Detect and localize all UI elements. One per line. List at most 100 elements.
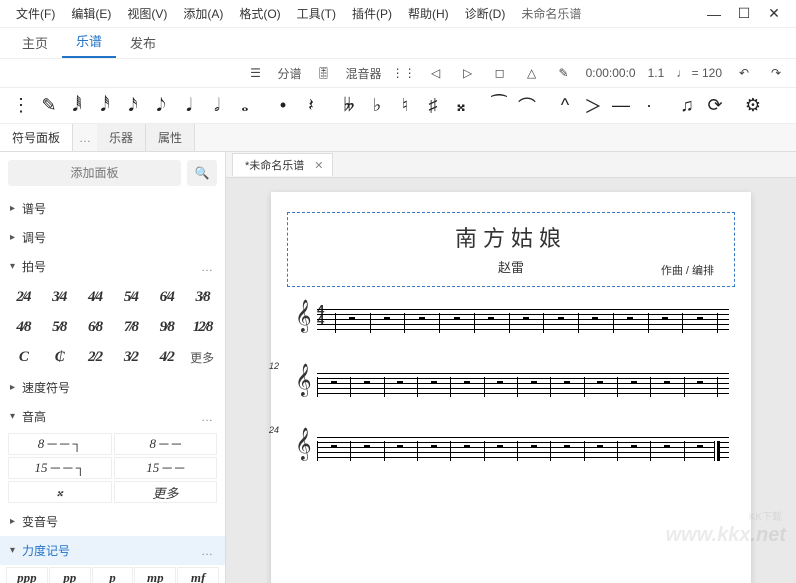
panel-tab-instruments[interactable]: 乐器 bbox=[97, 124, 146, 151]
barline[interactable] bbox=[578, 313, 579, 333]
menu-tools[interactable]: 工具(T) bbox=[289, 1, 344, 26]
whole-rest[interactable] bbox=[497, 381, 503, 384]
barline[interactable] bbox=[648, 313, 649, 333]
barline[interactable] bbox=[509, 313, 510, 333]
barline[interactable] bbox=[584, 377, 585, 397]
staff-system[interactable]: 12𝄞 bbox=[287, 369, 735, 397]
section-pitch[interactable]: ▾音高… bbox=[0, 402, 225, 431]
whole-rest[interactable] bbox=[364, 445, 370, 448]
note-32nd[interactable]: 𝅘𝅥𝅰 bbox=[92, 92, 118, 120]
countin-icon[interactable]: ✎ bbox=[554, 63, 574, 83]
whole-rest[interactable] bbox=[531, 381, 537, 384]
whole-rest[interactable] bbox=[454, 317, 460, 320]
ts-more[interactable]: 更多 bbox=[185, 343, 219, 371]
whole-rest[interactable] bbox=[331, 445, 337, 448]
rest-icon[interactable]: 𝄽 bbox=[298, 92, 324, 120]
whole-rest[interactable] bbox=[497, 445, 503, 448]
note-8th[interactable]: 𝅘𝅥𝅮 bbox=[148, 92, 174, 120]
panel-tab-palettes[interactable]: 符号面板 bbox=[0, 124, 73, 151]
barline[interactable] bbox=[484, 377, 485, 397]
dyn-mf[interactable]: mf bbox=[177, 567, 219, 583]
barline[interactable] bbox=[317, 441, 318, 461]
barline[interactable] bbox=[550, 377, 551, 397]
dropdown-icon[interactable]: ⋮ bbox=[8, 92, 34, 120]
barline[interactable] bbox=[417, 377, 418, 397]
ts-3-8[interactable]: 3/8 bbox=[185, 283, 219, 311]
note-64th[interactable]: 𝅘𝅥𝅱 bbox=[64, 92, 90, 120]
parts-icon[interactable]: ☰ bbox=[246, 63, 266, 83]
menu-format[interactable]: 格式(O) bbox=[231, 1, 288, 26]
tenuto-icon[interactable]: — bbox=[608, 92, 634, 120]
whole-rest[interactable] bbox=[349, 317, 355, 320]
whole-rest[interactable] bbox=[523, 317, 529, 320]
mixer-label[interactable]: 混音器 bbox=[346, 65, 382, 82]
treble-clef-icon[interactable]: 𝄞 bbox=[295, 429, 312, 461]
whole-rest[interactable] bbox=[431, 381, 437, 384]
mixer-icon[interactable]: 🎚 bbox=[314, 63, 334, 83]
barline[interactable] bbox=[682, 313, 683, 333]
whole-rest[interactable] bbox=[631, 445, 637, 448]
note-quarter[interactable]: 𝅘𝅥 bbox=[176, 92, 202, 120]
barline[interactable] bbox=[384, 377, 385, 397]
whole-rest[interactable] bbox=[597, 381, 603, 384]
ts-12-8[interactable]: 12/8 bbox=[185, 313, 219, 341]
slur-icon[interactable]: ⌒ bbox=[514, 92, 540, 120]
pitch-more[interactable]: 更多 bbox=[114, 481, 218, 503]
barline[interactable] bbox=[617, 377, 618, 397]
barline[interactable] bbox=[617, 441, 618, 461]
barline[interactable] bbox=[543, 313, 544, 333]
tab-home[interactable]: 主页 bbox=[8, 27, 62, 58]
search-icon[interactable]: 🔍 bbox=[187, 160, 217, 186]
treble-clef-icon[interactable]: 𝄞 bbox=[295, 365, 312, 397]
pitch-15mb[interactable]: 15 ─ ─ bbox=[114, 457, 218, 479]
document-tab-close-icon[interactable]: ✕ bbox=[314, 159, 323, 172]
minimize-button[interactable]: — bbox=[700, 3, 728, 25]
barline[interactable] bbox=[717, 377, 718, 397]
ts-5-8[interactable]: 5/8 bbox=[42, 313, 76, 341]
whole-rest[interactable] bbox=[564, 381, 570, 384]
double-flat-icon[interactable]: 𝄫 bbox=[336, 92, 362, 120]
whole-rest[interactable] bbox=[384, 317, 390, 320]
section-dynamics[interactable]: ▾力度记号… bbox=[0, 536, 225, 565]
staccato-icon[interactable]: · bbox=[636, 92, 662, 120]
title-frame[interactable]: 南方姑娘 赵雷 作曲 / 编排 bbox=[287, 212, 735, 287]
whole-rest[interactable] bbox=[331, 381, 337, 384]
natural-icon[interactable]: ♮ bbox=[392, 92, 418, 120]
ts-2-4[interactable]: 2/4 bbox=[6, 283, 40, 311]
ts-3-2[interactable]: 3/2 bbox=[113, 343, 147, 371]
settings-icon[interactable]: ⚙ bbox=[740, 92, 766, 120]
treble-clef-icon[interactable]: 𝄞 bbox=[295, 301, 312, 333]
parts-label[interactable]: 分谱 bbox=[278, 65, 302, 82]
note-16th[interactable]: 𝅘𝅥𝅯 bbox=[120, 92, 146, 120]
section-clefs[interactable]: ▸谱号 bbox=[0, 194, 225, 223]
menu-diagnostics[interactable]: 诊断(D) bbox=[457, 1, 514, 26]
whole-rest[interactable] bbox=[431, 445, 437, 448]
whole-rest[interactable] bbox=[564, 445, 570, 448]
ts-5-4[interactable]: 5/4 bbox=[113, 283, 147, 311]
loop-icon[interactable]: ◻ bbox=[490, 63, 510, 83]
whole-rest[interactable] bbox=[627, 317, 633, 320]
barline[interactable] bbox=[417, 441, 418, 461]
whole-rest[interactable] bbox=[531, 445, 537, 448]
marcato-icon[interactable]: ^ bbox=[552, 92, 578, 120]
maximize-button[interactable]: ☐ bbox=[730, 3, 758, 25]
pitch-8vb[interactable]: 8 ─ ─ bbox=[114, 433, 218, 455]
whole-rest[interactable] bbox=[664, 381, 670, 384]
document-tab[interactable]: *未命名乐谱 ✕ bbox=[232, 153, 333, 176]
dot-icon[interactable]: • bbox=[270, 92, 296, 120]
pitch-doublesharp[interactable]: 𝄪 bbox=[8, 481, 112, 503]
flip-icon[interactable]: ⟳ bbox=[702, 92, 728, 120]
barline[interactable] bbox=[350, 441, 351, 461]
barline[interactable] bbox=[650, 377, 651, 397]
barline[interactable] bbox=[335, 313, 336, 333]
palette-search-input[interactable] bbox=[8, 160, 181, 186]
whole-rest[interactable] bbox=[464, 445, 470, 448]
metronome-icon[interactable]: △ bbox=[522, 63, 542, 83]
section-timesig[interactable]: ▾拍号… bbox=[0, 252, 225, 281]
staff-system[interactable]: 24𝄞 bbox=[287, 433, 735, 461]
whole-rest[interactable] bbox=[464, 381, 470, 384]
whole-rest[interactable] bbox=[397, 381, 403, 384]
section-tempo[interactable]: ▸速度符号 bbox=[0, 373, 225, 402]
barline[interactable] bbox=[684, 441, 685, 461]
ts-common[interactable]: C bbox=[6, 343, 40, 371]
